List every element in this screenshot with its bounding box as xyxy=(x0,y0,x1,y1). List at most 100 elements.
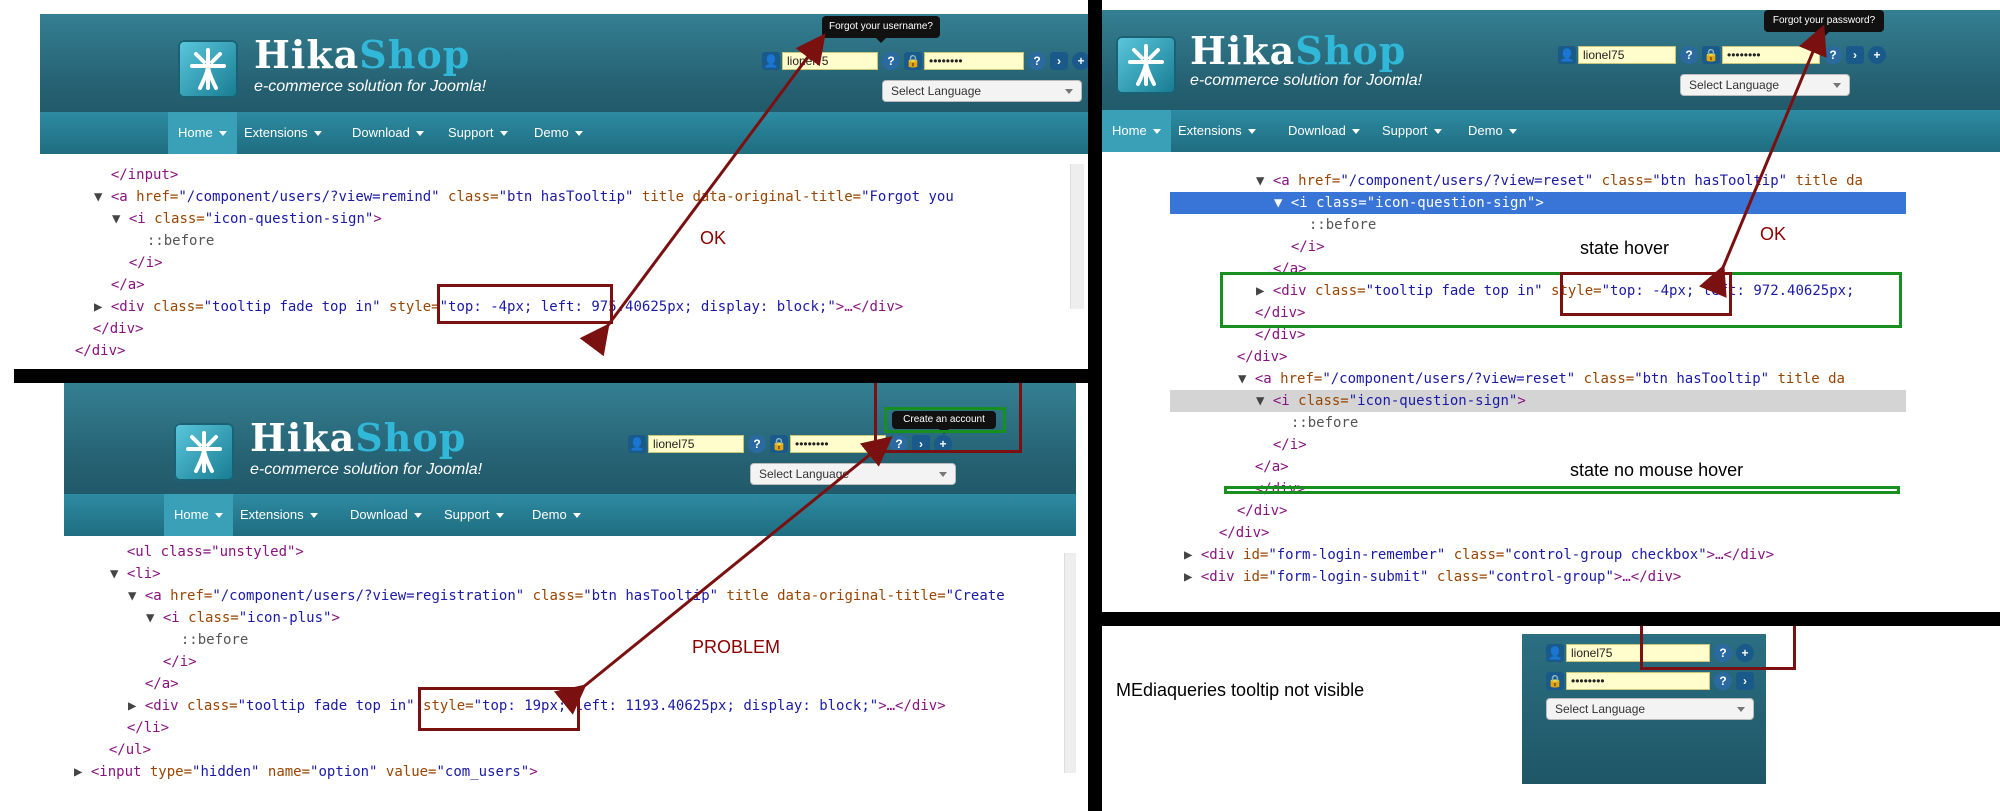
dom-node-row[interactable]: </ul> xyxy=(64,739,1064,761)
nav-extensions[interactable]: Extensions xyxy=(1168,110,1266,152)
code-token: </div> xyxy=(1236,503,1288,519)
dom-node-row[interactable]: </i> xyxy=(1170,236,1906,258)
password-field[interactable]: •••••••• xyxy=(1566,672,1710,690)
expand-triangle-icon[interactable]: ▼ xyxy=(1256,393,1273,409)
nav-home[interactable]: Home xyxy=(164,494,233,536)
username-field[interactable]: lionel75 xyxy=(648,435,744,453)
forgot-username-button[interactable]: ? xyxy=(1680,46,1698,64)
language-select[interactable]: Select Language xyxy=(750,463,956,485)
panel-mediaqueries: MEdiaqueries tooltip not visible 👤 lione… xyxy=(1102,626,2000,811)
code-token: "icon-question-sign" xyxy=(1366,195,1536,211)
login-arrow-button[interactable]: › xyxy=(1050,52,1068,70)
nav-extensions[interactable]: Extensions xyxy=(234,112,332,154)
expand-triangle-icon[interactable]: ▼ xyxy=(1256,173,1273,189)
collapse-triangle-icon[interactable]: ▶ xyxy=(128,698,145,714)
login-arrow-button[interactable]: › xyxy=(1736,672,1754,690)
expand-triangle-icon[interactable]: ▼ xyxy=(94,189,111,205)
create-account-button[interactable]: + xyxy=(1072,52,1088,70)
dom-node-row[interactable]: </i> xyxy=(64,651,1064,673)
expand-triangle-icon[interactable]: ▼ xyxy=(128,588,145,604)
expand-triangle-icon[interactable]: ▼ xyxy=(1238,371,1255,387)
expand-triangle-icon[interactable]: ▼ xyxy=(110,566,127,582)
dom-node-row[interactable]: ▼ <li> xyxy=(64,563,1064,585)
hikashop-logo-icon xyxy=(178,40,238,98)
forgot-password-button[interactable]: ? xyxy=(1714,672,1732,690)
scrollbar[interactable] xyxy=(1070,164,1084,309)
expand-triangle-icon[interactable]: ▼ xyxy=(112,211,129,227)
nav-demo[interactable]: Demo xyxy=(524,112,593,154)
nav-support[interactable]: Support xyxy=(1372,110,1452,152)
password-field[interactable]: •••••••• xyxy=(1722,46,1820,64)
dom-node-row[interactable]: ▼ <i class="icon-question-sign"> xyxy=(40,208,1080,230)
scrollbar[interactable] xyxy=(1064,553,1076,773)
nav-extensions[interactable]: Extensions xyxy=(230,494,328,536)
collapse-triangle-icon[interactable]: ▶ xyxy=(1184,569,1201,585)
dom-node-row[interactable]: ▼ <a href="/component/users/?view=reset"… xyxy=(1170,170,1906,192)
dom-node-row[interactable]: ▼ <a href="/component/users/?view=remind… xyxy=(40,186,1080,208)
dom-node-row[interactable]: ▼ <a href="/component/users/?view=reset"… xyxy=(1170,368,1906,390)
dom-node-row[interactable]: ::before xyxy=(1170,214,1906,236)
username-field[interactable]: lionel75 xyxy=(782,52,878,70)
dom-node-row[interactable]: </div> xyxy=(1170,522,1906,544)
username-field[interactable]: lionel75 xyxy=(1578,46,1676,64)
code-token: "/component/users/?view=reset" xyxy=(1322,371,1576,387)
code-token: "Forgot you xyxy=(861,189,954,205)
forgot-username-button[interactable]: ? xyxy=(748,435,766,453)
nav-support[interactable]: Support xyxy=(434,494,514,536)
dom-node-row[interactable]: ▼ <i class="icon-plus"> xyxy=(64,607,1064,629)
collapse-triangle-icon[interactable]: ▶ xyxy=(94,299,111,315)
nav-home[interactable]: Home xyxy=(168,112,237,154)
dom-node-row[interactable]: </i> xyxy=(40,252,1080,274)
nav-download[interactable]: Download xyxy=(340,494,432,536)
nav-download[interactable]: Download xyxy=(1278,110,1370,152)
language-select[interactable]: Select Language xyxy=(1546,698,1754,720)
nav-demo[interactable]: Demo xyxy=(522,494,591,536)
code-token: class= xyxy=(1593,173,1653,189)
dom-node-row[interactable]: ::before xyxy=(40,230,1080,252)
dom-node-row[interactable]: ::before xyxy=(64,629,1064,651)
dom-node-row[interactable]: </input> xyxy=(40,164,1080,186)
dom-node-row[interactable]: </a> xyxy=(1170,456,1906,478)
devtools-elements-tree: ▼ <a href="/component/users/?view=reset"… xyxy=(1170,170,1906,588)
dom-node-row[interactable]: </div> xyxy=(1170,500,1906,522)
dom-node-row[interactable]: ▼ <i class="icon-question-sign"> xyxy=(1170,192,1906,214)
dom-node-row[interactable]: ::before xyxy=(1170,412,1906,434)
forgot-password-button[interactable]: ? xyxy=(1028,52,1046,70)
login-arrow-button[interactable]: › xyxy=(1846,46,1864,64)
nav-support[interactable]: Support xyxy=(438,112,518,154)
create-account-button[interactable]: + xyxy=(1868,46,1886,64)
code-token: class= xyxy=(1445,547,1505,563)
dom-node-row[interactable]: ▼ <a href="/component/users/?view=regist… xyxy=(64,585,1064,607)
expand-triangle-icon[interactable]: ▼ xyxy=(1274,195,1291,211)
code-token: class= xyxy=(1298,393,1349,409)
password-field[interactable]: •••••••• xyxy=(790,435,886,453)
code-token: class= xyxy=(154,211,205,227)
collapse-triangle-icon[interactable]: ▶ xyxy=(74,764,91,780)
code-token: </input> xyxy=(110,167,179,183)
collapse-triangle-icon[interactable]: ▶ xyxy=(1184,547,1201,563)
main-nav: Home Extensions Download Support Demo xyxy=(40,112,1088,154)
dom-node-row[interactable]: ▶ <input type="hidden" name="option" val… xyxy=(64,761,1064,783)
dom-node-row[interactable]: <ul class="unstyled"> xyxy=(64,541,1064,563)
expand-triangle-icon[interactable]: ▼ xyxy=(146,610,163,626)
forgot-username-button[interactable]: ? xyxy=(882,52,900,70)
language-select[interactable]: Select Language xyxy=(882,80,1082,102)
language-select[interactable]: Select Language xyxy=(1680,74,1850,96)
annotation-ok: OK xyxy=(1760,224,1787,244)
nav-home[interactable]: Home xyxy=(1102,110,1171,152)
password-field[interactable]: •••••••• xyxy=(924,52,1024,70)
code-token: > xyxy=(1517,393,1526,409)
nav-demo[interactable]: Demo xyxy=(1458,110,1527,152)
dom-node-row[interactable]: ▶ <div id="form-login-submit" class="con… xyxy=(1170,566,1906,588)
dom-node-row[interactable]: ▼ <i class="icon-question-sign"> xyxy=(1170,390,1906,412)
code-token: class= xyxy=(439,189,499,205)
dom-node-row[interactable]: ▶ <div id="form-login-remember" class="c… xyxy=(1170,544,1906,566)
dom-node-row[interactable]: </div> xyxy=(1170,346,1906,368)
dom-node-row[interactable]: </i> xyxy=(1170,434,1906,456)
dom-node-row[interactable]: </div> xyxy=(40,340,1080,362)
forgot-password-button[interactable]: ? xyxy=(1824,46,1842,64)
nav-download[interactable]: Download xyxy=(342,112,434,154)
